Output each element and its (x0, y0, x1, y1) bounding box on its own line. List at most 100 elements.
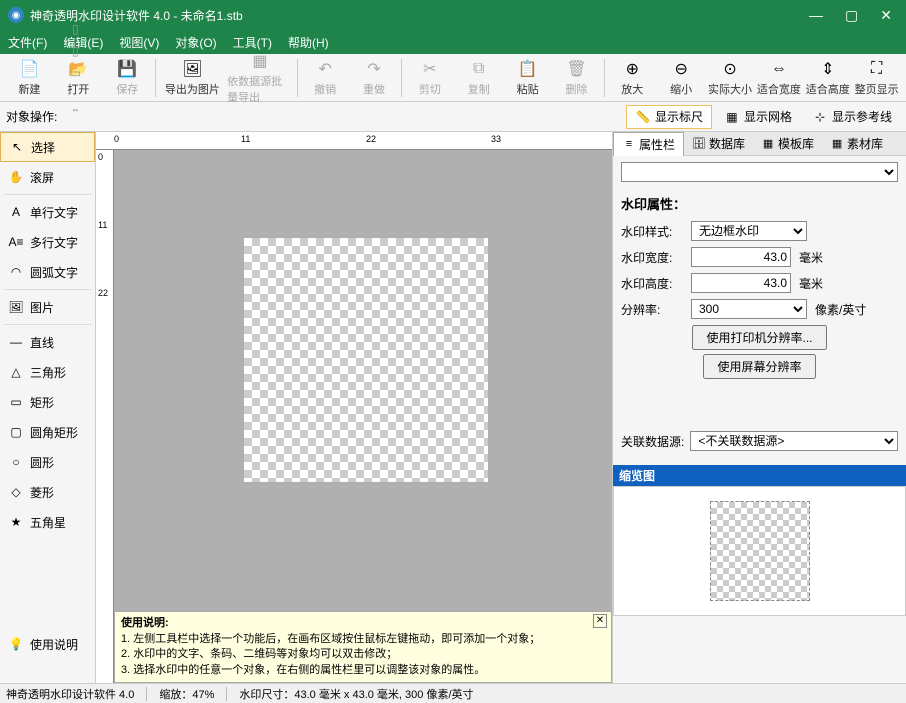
tool-三角形[interactable]: △三角形 (0, 357, 95, 387)
toggle-显示参考线[interactable]: ⊹显示参考线 (804, 105, 900, 129)
tool-圆角矩形[interactable]: ▢ 圆角矩形 (0, 417, 95, 447)
toolbar-icon: ⊙ (720, 59, 740, 79)
status-zoom: 缩放：47% (159, 686, 214, 702)
toggle-icon: ⊹ (812, 109, 828, 125)
tool-icon: ↖ (9, 139, 25, 155)
toggle-icon: ▦ (724, 109, 740, 125)
toolbar-适合高度[interactable]: ⇕适合高度 (804, 56, 851, 100)
tool-icon: ▢ (8, 424, 24, 440)
tool-矩形[interactable]: ▭矩形 (0, 387, 95, 417)
datasource-select[interactable]: <不关联数据源> (690, 431, 898, 451)
tool-五角星[interactable]: ★五角星 (0, 507, 95, 537)
toggle-显示网格[interactable]: ▦显示网格 (716, 105, 800, 129)
toolbar-label: 剪切 (419, 81, 441, 97)
tool-选择[interactable]: ↖选择 (0, 132, 95, 162)
toolbar-新建[interactable]: 📄新建 (6, 56, 53, 100)
toolbar-导出为图片[interactable]: 🖼导出为图片 (160, 56, 226, 100)
toolbar-缩小[interactable]: ⊖缩小 (658, 56, 705, 100)
maximize-button[interactable]: ▢ (845, 7, 858, 24)
toolbar-粘贴[interactable]: 📋粘贴 (504, 56, 551, 100)
tab-label: 属性栏 (639, 136, 675, 153)
toolbar-label: 缩小 (670, 81, 692, 97)
tool-icon: 🖼 (8, 299, 24, 315)
toolbar-icon: ▦ (250, 51, 270, 71)
toggle-显示标尺[interactable]: 📏显示标尺 (626, 105, 712, 129)
help-button[interactable]: 💡 使用说明 (0, 629, 96, 659)
dpi-select[interactable]: 300 (691, 299, 807, 319)
tool-label: 圆角矩形 (30, 424, 78, 441)
watermark-height-input[interactable] (691, 273, 791, 293)
use-printer-dpi-button[interactable]: 使用打印机分辨率... (692, 325, 826, 350)
toolbar-整页显示[interactable]: ⛶ 整页显示 (853, 56, 900, 100)
tool-label: 菱形 (30, 484, 54, 501)
close-button[interactable]: ✕ (880, 7, 892, 24)
tool-label: 滚屏 (30, 169, 54, 186)
tool-图片[interactable]: 🖼 图片 (0, 292, 95, 322)
toolbar-label: 删除 (565, 81, 587, 97)
toolbar-label: 撤销 (314, 81, 336, 97)
tool-icon: ◠ (8, 264, 24, 280)
toggle-label: 显示网格 (744, 108, 792, 125)
toolbar-依数据源批量导出: ▦依数据源批量导出 (227, 56, 293, 100)
tool-icon: ◇ (8, 484, 24, 500)
properties-title: 水印属性： (621, 194, 898, 213)
toolbar-icon: ⛶ (867, 59, 887, 79)
tab-数据库[interactable]: 🗄数据库 (684, 132, 753, 156)
thumbnail-header: 缩览图 (613, 465, 906, 486)
toolbar-label: 保存 (116, 81, 138, 97)
tab-label: 素材库 (847, 135, 883, 152)
unit-label: 像素/英寸 (815, 301, 866, 318)
tab-素材库[interactable]: ▦素材库 (822, 132, 891, 156)
toolbar-label: 复制 (468, 81, 490, 97)
tool-icon: ○ (8, 454, 24, 470)
prop-label-style: 水印样式: (621, 223, 691, 240)
tool-label: 图片 (30, 299, 54, 316)
tool-icon: — (8, 334, 24, 350)
tab-模板库[interactable]: ▦模板库 (753, 132, 822, 156)
toolbar-label: 整页显示 (855, 81, 899, 97)
menu-file[interactable]: 文件(F) (8, 34, 47, 51)
toolbar-icon: ↶ (315, 59, 335, 79)
toolbar-剪切: ✂剪切 (406, 56, 453, 100)
tool-圆弧文字[interactable]: ◠圆弧文字 (0, 257, 95, 287)
canvas[interactable]: ✕ 使用说明: 1. 左侧工具栏中选择一个功能后，在画布区域按住鼠标左键拖动，即… (114, 150, 612, 683)
object-selector[interactable] (621, 162, 898, 182)
tool-直线[interactable]: —直线 (0, 327, 95, 357)
menu-tools[interactable]: 工具(T) (233, 34, 272, 51)
prop-label-width: 水印宽度: (621, 249, 691, 266)
toolbar-label: 导出为图片 (165, 81, 220, 97)
tool-icon: ✋ (8, 169, 24, 185)
toolbar-放大[interactable]: ⊕放大 (609, 56, 656, 100)
tool-label: 多行文字 (30, 234, 78, 251)
menu-view[interactable]: 视图(V) (119, 34, 159, 51)
toolbar-实际大小[interactable]: ⊙实际大小 (707, 56, 754, 100)
toolbar-label: 适合高度 (806, 81, 850, 97)
menu-bar: 文件(F) 编辑(E) 视图(V) 对象(O) 工具(T) 帮助(H) (0, 30, 906, 54)
tab-属性栏[interactable]: ≡属性栏 (613, 132, 684, 156)
toolbar-保存: 💾保存 (104, 56, 151, 100)
objop-icon: ▭ (64, 62, 86, 84)
use-screen-dpi-button[interactable]: 使用屏幕分辨率 (703, 354, 815, 379)
menu-object[interactable]: 对象(O) (175, 34, 216, 51)
tool-多行文字[interactable]: A≡多行文字 (0, 227, 95, 257)
ruler-vertical: 0 11 22 (96, 150, 114, 683)
toolbar-撤销: ↶ 撤销 (302, 56, 349, 100)
minimize-button[interactable]: — (809, 7, 823, 24)
help-line: 2. 水印中的文字、条码、二维码等对象均可以双击修改； (121, 647, 605, 662)
tool-菱形[interactable]: ◇ 菱形 (0, 477, 95, 507)
watermark-style-select[interactable]: 无边框水印 (691, 221, 807, 241)
tool-单行文字[interactable]: A单行文字 (0, 197, 95, 227)
window-title: 神奇透明水印设计软件 4.0 - 未命名1.stb (30, 7, 809, 24)
ruler-horizontal: 0 11 22 33 (96, 132, 612, 150)
tool-圆形[interactable]: ○圆形 (0, 447, 95, 477)
right-panel: ≡属性栏🗄数据库▦模板库▦素材库 水印属性： 水印样式: 无边框水印 水印宽度:… (612, 132, 906, 683)
menu-help[interactable]: 帮助(H) (288, 34, 329, 51)
watermark-width-input[interactable] (691, 247, 791, 267)
toolbar-适合宽度[interactable]: ⇔适合宽度 (755, 56, 802, 100)
tool-滚屏[interactable]: ✋ 滚屏 (0, 162, 95, 192)
help-close-button[interactable]: ✕ (593, 614, 607, 628)
main-toolbar: 📄新建📂打开💾保存🖼导出为图片▦依数据源批量导出↶撤销↷重做✂剪切⧉复制📋粘贴🗑… (0, 54, 906, 102)
secondary-toolbar: 对象操作: ◈◇◈△ ▯▯▭ ⎴⎵⎶⎷ ⊞⊟ ⊡⊞ 📏显示标尺▦显示网格⊹显示参… (0, 102, 906, 132)
unit-label: 毫米 (799, 275, 823, 292)
tab-icon: ▦ (830, 137, 844, 151)
